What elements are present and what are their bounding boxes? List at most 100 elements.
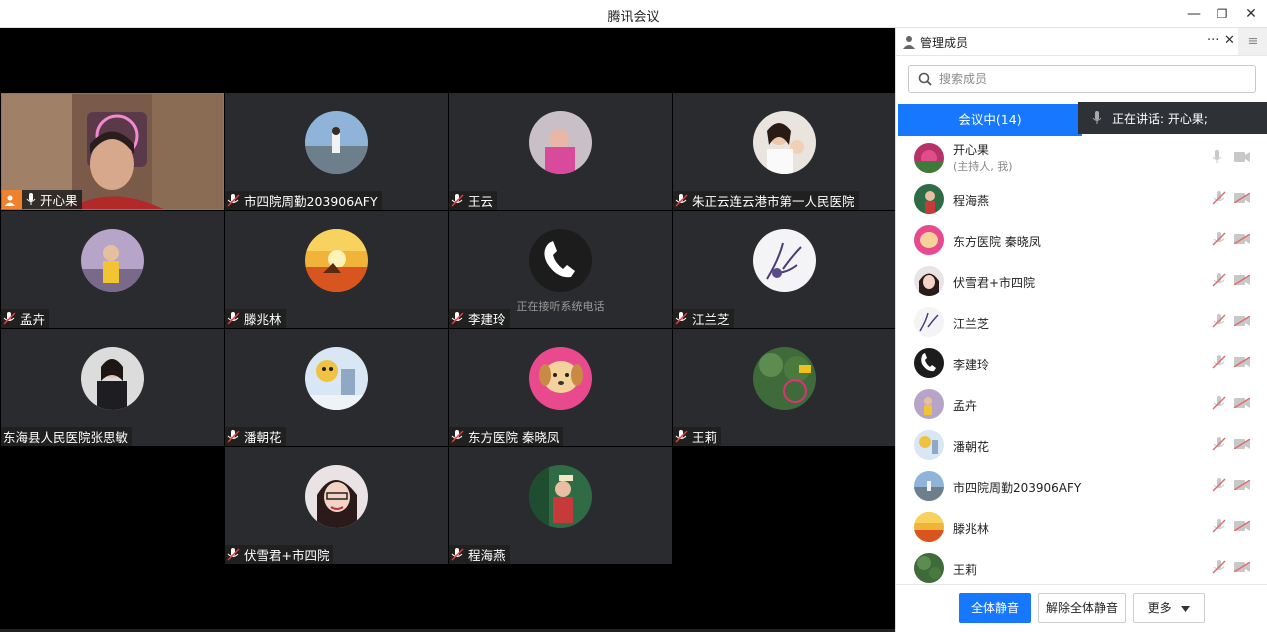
member-avatar — [914, 184, 944, 214]
participant-name-tag: 市四院周勤203906AFY — [225, 191, 382, 210]
mic-muted-icon — [675, 194, 688, 207]
camera-off-icon[interactable] — [1234, 562, 1250, 572]
participant-name-tag: 滕兆林 — [225, 309, 286, 328]
member-avatar — [914, 143, 944, 173]
mic-on-icon[interactable] — [1212, 150, 1222, 164]
video-tile[interactable]: 伏雪君+市四院 — [225, 447, 448, 564]
camera-off-icon[interactable] — [1234, 398, 1250, 408]
list-item[interactable]: 江兰芝 — [896, 302, 1267, 342]
video-tile[interactable]: 潘朝花 — [225, 329, 448, 446]
participant-name: 李建玲 — [468, 312, 506, 327]
list-item[interactable]: 滕兆林 — [896, 507, 1267, 547]
video-tile[interactable]: 滕兆林 — [225, 211, 448, 328]
host-badge — [2, 190, 22, 209]
member-name: 潘朝花 — [953, 440, 990, 454]
mic-muted-icon — [451, 548, 464, 561]
member-name: 开心果 — [953, 143, 990, 157]
mic-muted-icon[interactable] — [1212, 437, 1226, 451]
camera-off-icon[interactable] — [1234, 234, 1250, 244]
video-tile[interactable]: 朱正云连云港市第一人民医院 — [673, 93, 896, 210]
video-tile[interactable]: 王云 — [449, 93, 672, 210]
member-name: 王莉 — [953, 563, 978, 577]
participant-name-tag: 伏雪君+市四院 — [225, 545, 334, 564]
video-grid: 开心果 市四院周勤203906AFY 王云 朱正云连云港市第一人民医院 孟卉 滕… — [0, 28, 896, 632]
mic-icon — [1092, 111, 1102, 124]
mic-muted-icon — [675, 430, 688, 443]
mic-muted-icon[interactable] — [1212, 560, 1226, 574]
mic-muted-icon[interactable] — [1212, 396, 1226, 410]
participant-name-tag: 东方医院 秦晓凤 — [449, 427, 564, 446]
video-tile[interactable]: 东海县人民医院张思敏 — [1, 329, 224, 446]
member-role: (主持人, 我) — [953, 160, 1013, 173]
participant-name-tag: 王莉 — [673, 427, 722, 446]
tab-in-meeting[interactable]: 会议中(14) — [898, 104, 1082, 136]
video-tile[interactable]: 程海燕 — [449, 447, 672, 564]
list-item[interactable]: 李建玲 — [896, 343, 1267, 383]
mic-muted-icon[interactable] — [1212, 519, 1226, 533]
more-button[interactable]: 更多 — [1133, 593, 1205, 623]
participant-name: 王云 — [468, 194, 494, 209]
video-tile-self[interactable]: 开心果 — [1, 93, 224, 210]
restore-button[interactable]: ❐ — [1211, 3, 1233, 25]
more-options-button[interactable]: ··· — [1207, 33, 1219, 48]
mute-all-button[interactable]: 全体静音 — [959, 593, 1031, 623]
participant-avatar — [753, 229, 816, 292]
mic-muted-icon[interactable] — [1212, 232, 1226, 246]
minimize-button[interactable]: — — [1183, 3, 1205, 25]
camera-off-icon[interactable] — [1234, 480, 1250, 490]
video-tile[interactable]: 市四院周勤203906AFY — [225, 93, 448, 210]
speaking-text: 正在讲话: 开心果; — [1112, 111, 1208, 126]
unmute-all-button[interactable]: 解除全体静音 — [1038, 593, 1126, 623]
camera-off-icon[interactable] — [1234, 275, 1250, 285]
mic-muted-icon — [227, 312, 240, 325]
mic-muted-icon[interactable] — [1212, 314, 1226, 328]
mic-muted-icon[interactable] — [1212, 355, 1226, 369]
member-avatar — [914, 225, 944, 255]
member-avatar — [914, 348, 944, 378]
search-box[interactable] — [908, 65, 1256, 93]
video-tile[interactable]: 东方医院 秦晓凤 — [449, 329, 672, 446]
video-tile[interactable]: 江兰芝 — [673, 211, 896, 328]
video-tile[interactable]: 王莉 — [673, 329, 896, 446]
camera-off-icon[interactable] — [1234, 357, 1250, 367]
close-button[interactable]: ✕ — [1240, 3, 1262, 25]
member-name: 伏雪君+市四院 — [953, 276, 1036, 290]
search-input[interactable] — [939, 70, 1239, 88]
camera-off-icon[interactable] — [1234, 439, 1250, 449]
mic-muted-icon[interactable] — [1212, 478, 1226, 492]
camera-off-icon[interactable] — [1234, 193, 1250, 203]
participant-name: 伏雪君+市四院 — [244, 548, 330, 563]
participant-name-tag: 王云 — [449, 191, 498, 210]
mic-muted-icon[interactable] — [1212, 191, 1226, 205]
participant-name: 东方医院 秦晓凤 — [468, 430, 560, 445]
video-tile[interactable]: 正在接听系统电话 李建玲 — [449, 211, 672, 328]
member-name: 孟卉 — [953, 399, 978, 413]
camera-off-icon[interactable] — [1234, 521, 1250, 531]
member-avatar — [914, 266, 944, 296]
mic-muted-icon — [675, 312, 688, 325]
panel-menu-button[interactable]: ≡ — [1238, 28, 1267, 55]
panel-close-button[interactable]: ✕ — [1224, 33, 1235, 48]
list-item[interactable]: 孟卉 — [896, 384, 1267, 424]
member-avatar — [914, 307, 944, 337]
search-icon — [918, 72, 932, 86]
member-name: 滕兆林 — [953, 522, 990, 536]
mic-muted-icon[interactable] — [1212, 273, 1226, 287]
list-item[interactable]: 程海燕 — [896, 179, 1267, 219]
list-item[interactable]: 潘朝花 — [896, 425, 1267, 465]
camera-off-icon[interactable] — [1234, 316, 1250, 326]
list-item[interactable]: 开心果 (主持人, 我) — [896, 138, 1267, 178]
member-avatar — [914, 471, 944, 501]
list-item[interactable]: 东方医院 秦晓凤 — [896, 220, 1267, 260]
video-tile[interactable]: 孟卉 — [1, 211, 224, 328]
list-item[interactable]: 王莉 — [896, 548, 1267, 588]
panel-footer: 全体静音 解除全体静音 更多 — [896, 584, 1267, 632]
member-name: 程海燕 — [953, 194, 990, 208]
participant-name: 王莉 — [692, 430, 718, 445]
participant-name: 江兰芝 — [692, 312, 730, 327]
list-item[interactable]: 市四院周勤203906AFY — [896, 466, 1267, 506]
participant-avatar — [305, 347, 368, 410]
camera-on-icon[interactable] — [1234, 152, 1250, 162]
mic-muted-icon — [451, 312, 464, 325]
list-item[interactable]: 伏雪君+市四院 — [896, 261, 1267, 301]
